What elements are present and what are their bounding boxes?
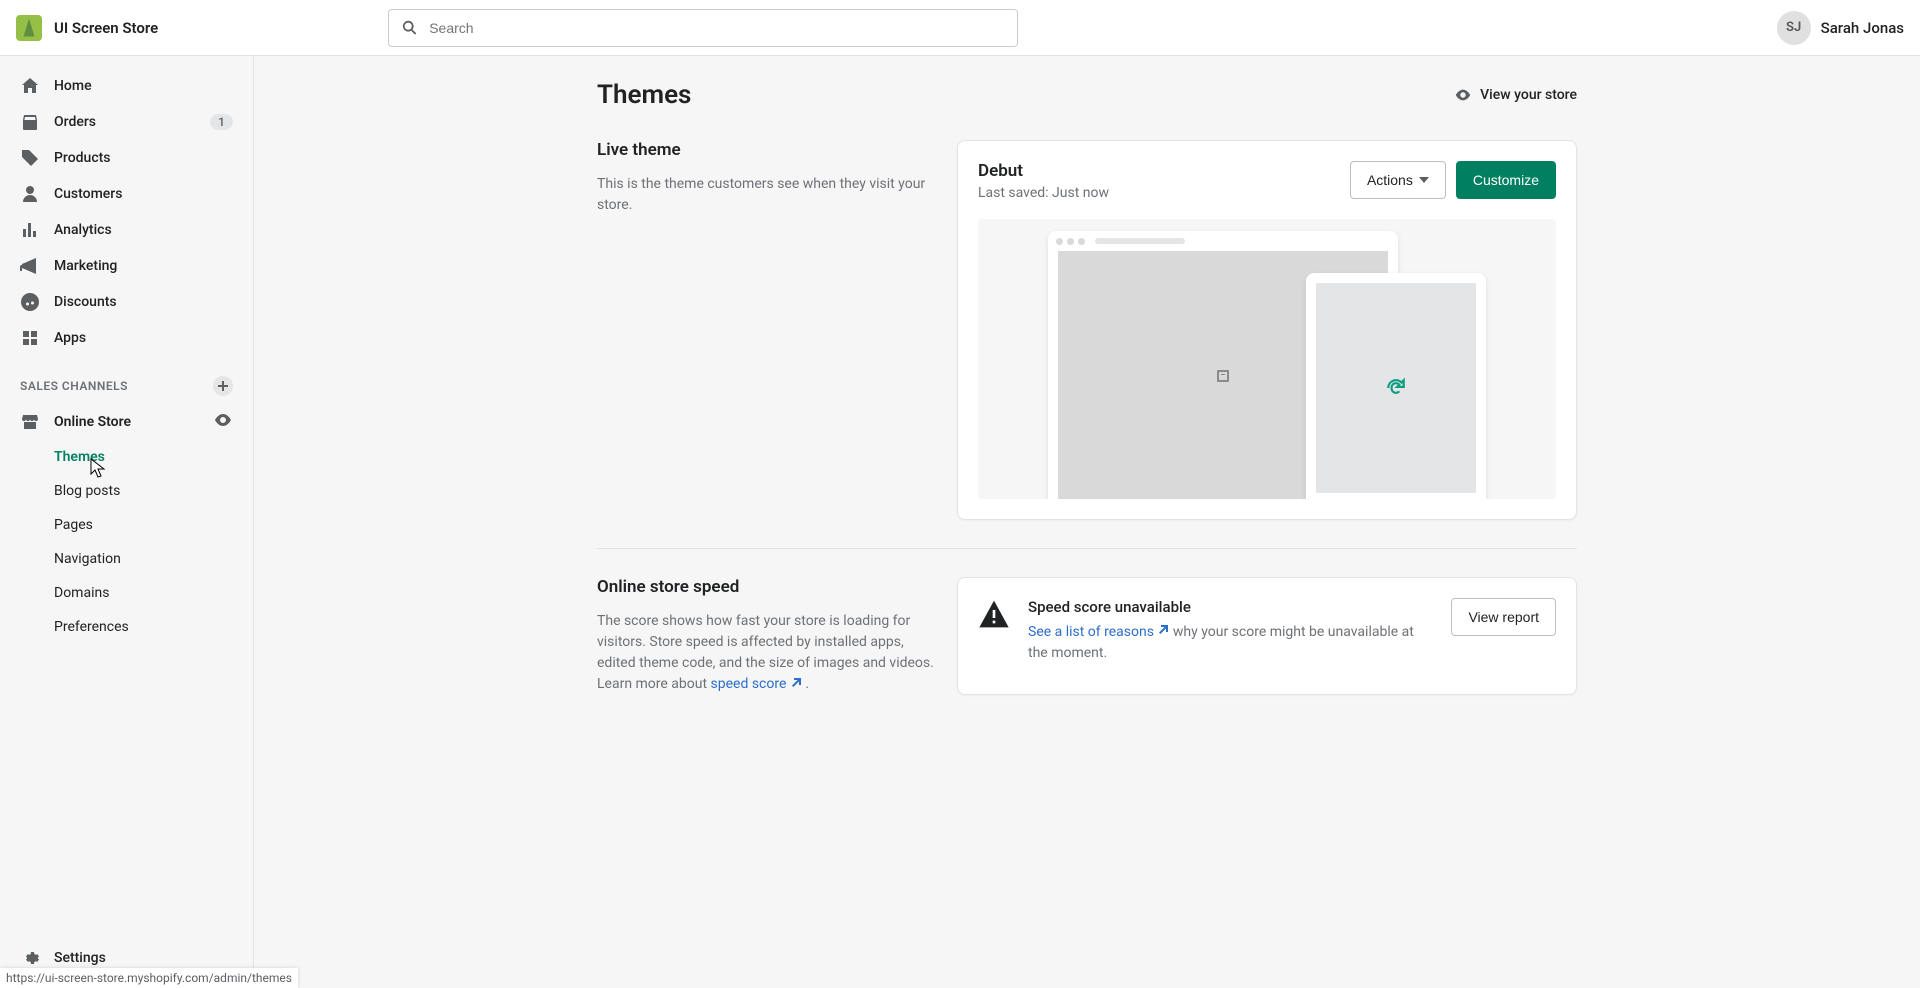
user-menu[interactable]: SJ Sarah Jonas: [1777, 11, 1904, 45]
marketing-icon: [20, 256, 40, 276]
add-channel-button[interactable]: [213, 376, 233, 396]
store-icon: [20, 412, 40, 432]
sidebar: Home Orders 1 Products Customers Analyti…: [0, 56, 254, 988]
sidebar-item-label: Online Store: [54, 414, 131, 430]
speed-banner-desc: See a list of reasons why your score mig…: [1028, 622, 1433, 664]
subnav-label: Pages: [54, 517, 93, 533]
search-input[interactable]: [429, 20, 1005, 36]
sidebar-item-apps[interactable]: Apps: [8, 320, 245, 356]
section-label: SALES CHANNELS: [20, 379, 128, 393]
external-link-icon: [790, 677, 802, 689]
sidebar-item-label: Products: [54, 150, 111, 166]
apps-icon: [20, 328, 40, 348]
sidebar-item-label: Settings: [54, 950, 106, 966]
live-theme-heading: Live theme: [597, 140, 937, 160]
speed-score-link[interactable]: speed score: [711, 676, 802, 692]
subnav-label: Preferences: [54, 619, 129, 635]
user-name: Sarah Jonas: [1821, 19, 1904, 37]
view-your-store-link[interactable]: View your store: [1454, 86, 1577, 104]
sidebar-item-home[interactable]: Home: [8, 68, 245, 104]
sidebar-item-products[interactable]: Products: [8, 140, 245, 176]
reasons-link[interactable]: See a list of reasons: [1028, 624, 1169, 640]
search-wrap: [388, 9, 1018, 47]
section-divider: [597, 548, 1577, 549]
broken-image-icon: [1216, 369, 1230, 383]
actions-button[interactable]: Actions: [1350, 161, 1446, 199]
view-report-label: View report: [1468, 609, 1539, 625]
top-header: UI Screen Store SJ Sarah Jonas: [0, 0, 1920, 56]
sidebar-item-customers[interactable]: Customers: [8, 176, 245, 212]
sidebar-item-discounts[interactable]: Discounts: [8, 284, 245, 320]
caret-down-icon: [1419, 177, 1429, 183]
customize-label: Customize: [1473, 172, 1539, 188]
live-theme-sidebar: Live theme This is the theme customers s…: [597, 140, 937, 520]
sidebar-item-label: Analytics: [54, 222, 112, 238]
main-content: Themes View your store Live theme This i…: [254, 56, 1920, 988]
gear-icon: [20, 948, 40, 968]
subnav-pages[interactable]: Pages: [42, 508, 245, 542]
warning-icon: [978, 598, 1010, 634]
subnav-preferences[interactable]: Preferences: [42, 610, 245, 644]
sidebar-item-label: Discounts: [54, 294, 117, 310]
eye-icon: [1454, 86, 1472, 104]
customers-icon: [20, 184, 40, 204]
subnav-themes[interactable]: Themes: [42, 440, 245, 474]
sidebar-item-orders[interactable]: Orders 1: [8, 104, 245, 140]
search-field[interactable]: [388, 9, 1018, 47]
view-report-button[interactable]: View report: [1451, 598, 1556, 636]
page-title: Themes: [597, 80, 691, 110]
speed-banner-title: Speed score unavailable: [1028, 598, 1433, 616]
orders-badge: 1: [210, 114, 233, 130]
subnav-navigation[interactable]: Navigation: [42, 542, 245, 576]
orders-icon: [20, 112, 40, 132]
eye-icon: [213, 410, 233, 430]
brand-name: UI Screen Store: [54, 19, 158, 37]
speed-section: Online store speed The score shows how f…: [597, 577, 1577, 695]
sidebar-item-label: Apps: [54, 330, 86, 346]
online-store-subnav: Themes Blog posts Pages Navigation Domai…: [8, 440, 245, 644]
actions-label: Actions: [1367, 172, 1413, 188]
speed-card: Speed score unavailable See a list of re…: [957, 577, 1577, 695]
live-theme-desc: This is the theme customers see when the…: [597, 174, 937, 216]
live-theme-card: Debut Last saved: Just now Actions Custo…: [957, 140, 1577, 520]
sidebar-item-label: Orders: [54, 114, 96, 130]
view-store-label: View your store: [1480, 87, 1577, 103]
discounts-icon: [20, 292, 40, 312]
theme-name: Debut: [978, 161, 1109, 181]
plus-circle-icon: [217, 380, 229, 392]
products-icon: [20, 148, 40, 168]
subnav-domains[interactable]: Domains: [42, 576, 245, 610]
subnav-label: Navigation: [54, 551, 121, 567]
theme-saved: Last saved: Just now: [978, 185, 1109, 201]
page-header: Themes View your store: [597, 80, 1577, 110]
customize-button[interactable]: Customize: [1456, 161, 1556, 199]
subnav-label: Domains: [54, 585, 109, 601]
sidebar-item-label: Marketing: [54, 258, 117, 274]
sidebar-item-label: Customers: [54, 186, 122, 202]
view-store-icon-button[interactable]: [213, 410, 233, 434]
live-theme-section: Live theme This is the theme customers s…: [597, 140, 1577, 520]
avatar: SJ: [1777, 11, 1811, 45]
search-icon: [401, 19, 419, 37]
home-icon: [20, 76, 40, 96]
shopify-logo-icon: [16, 15, 42, 41]
section-sales-channels: SALES CHANNELS: [8, 356, 245, 404]
speed-desc: The score shows how fast your store is l…: [597, 611, 937, 695]
analytics-icon: [20, 220, 40, 240]
external-link-icon: [1157, 624, 1169, 636]
browser-status-bar: https://ui-screen-store.myshopify.com/ad…: [0, 968, 298, 988]
subnav-label: Themes: [54, 449, 105, 465]
subnav-blog-posts[interactable]: Blog posts: [42, 474, 245, 508]
sidebar-item-analytics[interactable]: Analytics: [8, 212, 245, 248]
preview-mobile-window: [1306, 273, 1486, 499]
theme-preview: [978, 219, 1556, 499]
speed-heading: Online store speed: [597, 577, 937, 597]
speed-sidebar: Online store speed The score shows how f…: [597, 577, 937, 695]
sidebar-item-label: Home: [54, 78, 92, 94]
subnav-label: Blog posts: [54, 483, 120, 499]
refresh-icon: [1385, 377, 1407, 399]
sidebar-item-marketing[interactable]: Marketing: [8, 248, 245, 284]
sidebar-item-online-store[interactable]: Online Store: [8, 404, 245, 440]
